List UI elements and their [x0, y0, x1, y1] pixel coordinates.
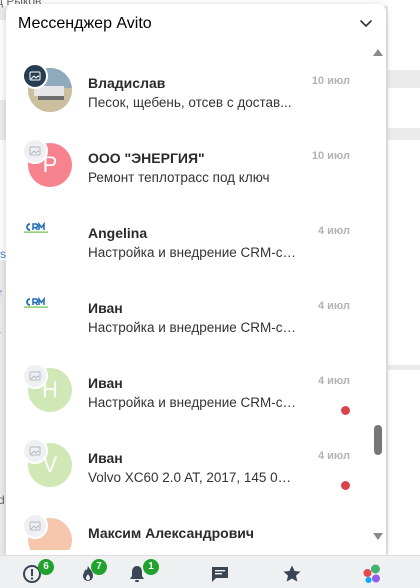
- item-photo-badge: [22, 363, 48, 389]
- notifications-button[interactable]: 1: [125, 559, 159, 586]
- conversation-date: 4 июл: [317, 450, 350, 462]
- hot-button[interactable]: 7: [76, 559, 107, 586]
- conversation-preview: Volvo XC60 2.0 AT, 2017, 145 000 км: [88, 470, 298, 485]
- conversation-date: 4 июл: [317, 300, 350, 312]
- conversation-name: Владислав: [88, 75, 166, 91]
- crm-logo-icon: [24, 296, 48, 308]
- conversation-date: 10 июл: [311, 75, 350, 87]
- conversation-item[interactable]: Максим Александрович: [6, 506, 368, 550]
- conversation-preview: Песок, щебень, отсев с достав...: [88, 95, 292, 110]
- favorites-button[interactable]: [280, 562, 304, 586]
- image-placeholder-icon: [29, 146, 41, 156]
- conversation-name: Angelina: [88, 225, 148, 241]
- bg-link-2[interactable]: "r: [0, 286, 2, 300]
- conversation-item[interactable]: P ООО "ЭНЕРГИЯ" 10 июл Ремонт теплотрасс…: [6, 131, 368, 206]
- alerts-button[interactable]: 6: [20, 559, 54, 586]
- messenger-panel: Мессенджер Avito Владислав 10 июл Песок,…: [6, 4, 386, 555]
- message-icon: [212, 567, 228, 582]
- conversation-name: Иван: [88, 450, 123, 466]
- unread-dot: [341, 481, 350, 490]
- conversation-date: 10 июл: [311, 150, 350, 162]
- item-photo-badge: [22, 438, 48, 464]
- bg-link-3[interactable]: a: [0, 322, 1, 336]
- bg-card-right-1: [388, 0, 420, 70]
- conversation-item[interactable]: Владислав 10 июл Песок, щебень, отсев с …: [6, 56, 368, 131]
- conversation-preview: Настройка и внедрение CRM-систем: [88, 245, 298, 260]
- image-placeholder-icon: [29, 521, 41, 531]
- conversation-item[interactable]: H Иван 4 июл Настройка и внедрение CRM-с…: [6, 356, 368, 431]
- chevron-down-icon[interactable]: [358, 15, 374, 31]
- conversation-item[interactable]: Angelina 4 июл Настройка и внедрение CRM…: [6, 206, 368, 281]
- alerts-count-badge: 6: [38, 559, 54, 575]
- conversation-name: Максим Александрович: [88, 525, 255, 541]
- item-photo-badge: [22, 63, 48, 89]
- item-photo-badge: [22, 138, 48, 164]
- bg-card-right-3: [388, 140, 420, 365]
- bg-card-right-2: [388, 88, 420, 128]
- conversation-name: ООО "ЭНЕРГИЯ": [88, 150, 205, 166]
- crm-logo-icon: [24, 221, 48, 233]
- conversation-preview: Настройка и внедрение CRM-систем: [88, 320, 298, 335]
- image-placeholder-icon: [29, 446, 41, 456]
- conversation-list: Владислав 10 июл Песок, щебень, отсев с …: [6, 56, 368, 550]
- scroll-down-arrow[interactable]: [373, 533, 383, 540]
- image-icon: [29, 71, 41, 81]
- conversation-item[interactable]: V Иван 4 июл Volvo XC60 2.0 AT, 2017, 14…: [6, 431, 368, 506]
- messenger-header[interactable]: Мессенджер Avito: [6, 4, 386, 44]
- scrollbar-thumb[interactable]: [374, 425, 382, 455]
- conversation-name: Иван: [88, 300, 123, 316]
- item-photo-badge: [22, 513, 48, 539]
- conversation-item[interactable]: Иван 4 июл Настройка и внедрение CRM-сис…: [6, 281, 368, 356]
- avito-dots-icon: [363, 564, 380, 583]
- bg-text-d: d: [0, 493, 5, 507]
- conversation-preview: Ремонт теплотрасс под ключ: [88, 170, 270, 185]
- messenger-title: Мессенджер Avito: [18, 15, 152, 32]
- conversation-name: Иван: [88, 375, 123, 391]
- hot-count-badge: 7: [91, 559, 107, 575]
- scroll-up-arrow[interactable]: [373, 49, 383, 56]
- notifications-count-badge: 1: [143, 559, 159, 575]
- conversation-date: 4 июл: [317, 225, 350, 237]
- messages-button[interactable]: [208, 562, 232, 586]
- bg-card-right-4: [388, 370, 420, 555]
- unread-dot: [341, 406, 350, 415]
- services-button[interactable]: [360, 562, 384, 586]
- star-icon: [283, 565, 301, 582]
- conversation-preview: Настройка и внедрение CRM-систем: [88, 395, 298, 410]
- conversation-date: 4 июл: [317, 375, 350, 387]
- image-placeholder-icon: [29, 371, 41, 381]
- bottom-toolbar: 6 7 1: [0, 555, 420, 588]
